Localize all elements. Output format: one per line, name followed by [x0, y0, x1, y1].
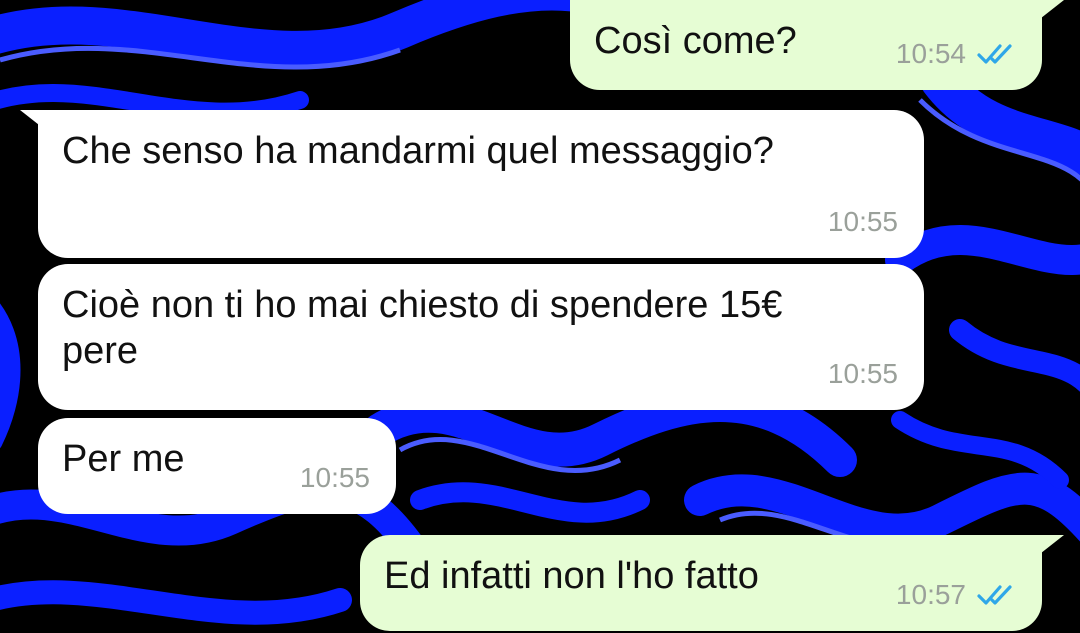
message-text: Che senso ha mandarmi quel messaggio?: [62, 130, 774, 172]
message-time: 10:54: [895, 38, 966, 69]
message-text: Cioè non ti ho mai chiesto di spendere 1…: [62, 284, 783, 372]
message-meta: 10:55: [828, 358, 898, 390]
message-bubble-incoming[interactable]: Per me 10:55: [38, 418, 396, 514]
message-meta: 10:57: [896, 579, 1016, 611]
bubble-tail: [1036, 0, 1064, 22]
message-bubble-incoming[interactable]: Che senso ha mandarmi quel messaggio? 10…: [38, 110, 924, 258]
message-time: 10:57: [895, 579, 966, 610]
double-check-read-icon: [977, 44, 1012, 64]
message-meta: 10:55: [828, 206, 898, 238]
message-bubble-outgoing[interactable]: Ed infatti non l'ho fatto 10:57: [360, 535, 1042, 631]
double-check-read-icon: [977, 585, 1012, 605]
message-bubble-outgoing[interactable]: Così come? 10:54: [570, 0, 1042, 90]
message-time: 10:55: [827, 358, 898, 389]
message-bubble-incoming[interactable]: Cioè non ti ho mai chiesto di spendere 1…: [38, 264, 924, 410]
message-time: 10:55: [827, 206, 898, 237]
message-meta: 10:54: [896, 38, 1016, 70]
message-time: 10:55: [299, 462, 370, 493]
bubble-tail: [1036, 535, 1064, 557]
message-meta: 10:55: [300, 462, 370, 494]
